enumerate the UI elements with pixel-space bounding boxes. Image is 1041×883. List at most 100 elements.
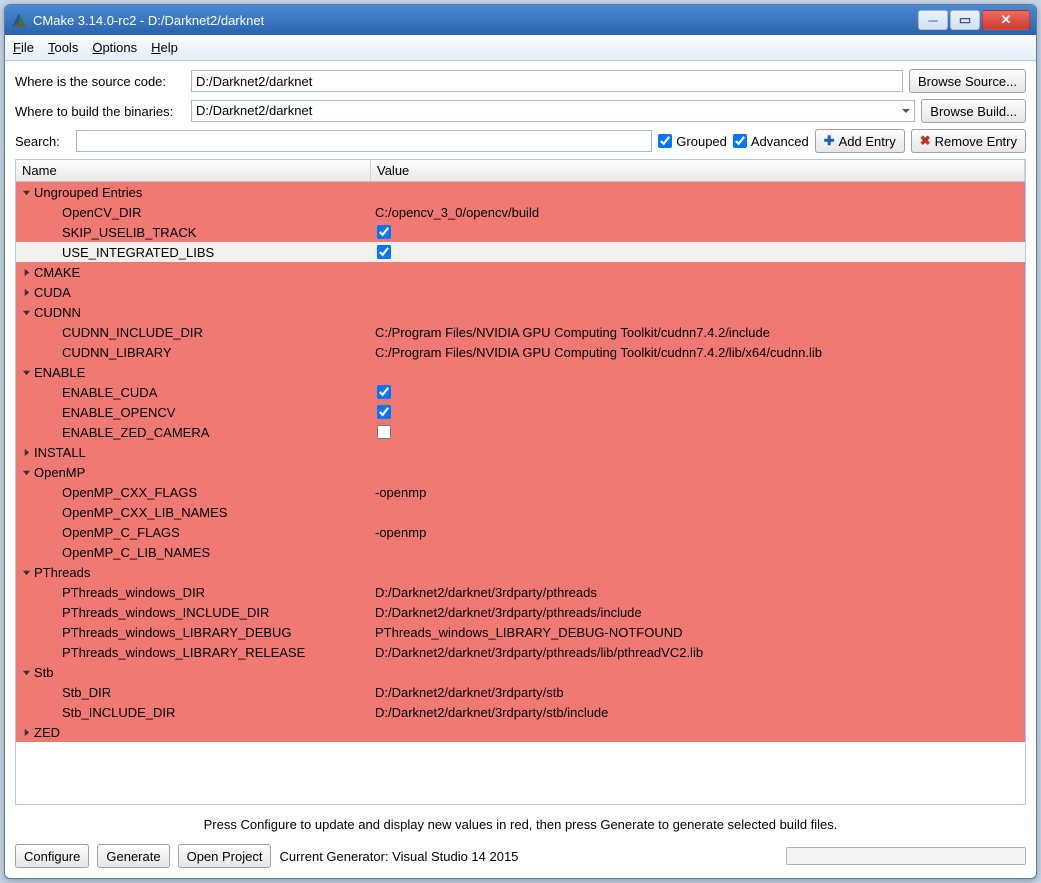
value-text: D:/Darknet2/darknet/3rdparty/pthreads	[375, 585, 597, 600]
entry-name: PThreads_windows_INCLUDE_DIR	[62, 605, 269, 620]
remove-entry-button[interactable]: ✖Remove Entry	[911, 129, 1026, 153]
value-checkbox[interactable]	[377, 425, 391, 439]
table-row[interactable]: PThreads_windows_LIBRARY_RELEASED:/Darkn…	[16, 642, 1025, 662]
entry-name: CUDNN_LIBRARY	[62, 345, 172, 360]
table-row[interactable]: OpenMP_C_FLAGS-openmp	[16, 522, 1025, 542]
table-row[interactable]: ENABLE_OPENCV	[16, 402, 1025, 422]
group-row[interactable]: CUDNN	[16, 302, 1025, 322]
entry-name: ENABLE_OPENCV	[62, 405, 175, 420]
browse-build-button[interactable]: Browse Build...	[921, 99, 1026, 123]
entry-name: OpenMP_CXX_LIB_NAMES	[62, 505, 227, 520]
group-name: CMAKE	[34, 265, 80, 280]
value-checkbox[interactable]	[377, 225, 391, 239]
search-label: Search:	[15, 134, 70, 149]
expand-icon[interactable]	[20, 266, 32, 278]
group-row[interactable]: OpenMP	[16, 462, 1025, 482]
add-entry-button[interactable]: ✚Add Entry	[815, 129, 905, 153]
entry-name: ENABLE_CUDA	[62, 385, 157, 400]
cmake-icon	[11, 12, 27, 28]
configure-button[interactable]: Configure	[15, 844, 89, 868]
close-button[interactable]: ✕	[982, 10, 1030, 30]
value-text: C:/Program Files/NVIDIA GPU Computing To…	[375, 325, 770, 340]
value-text: -openmp	[375, 525, 426, 540]
collapse-icon[interactable]	[20, 666, 32, 678]
table-row[interactable]: SKIP_USELIB_TRACK	[16, 222, 1025, 242]
menu-tools[interactable]: Tools	[48, 40, 78, 55]
table-row[interactable]: CUDNN_INCLUDE_DIRC:/Program Files/NVIDIA…	[16, 322, 1025, 342]
group-name: INSTALL	[34, 445, 86, 460]
collapse-icon[interactable]	[20, 366, 32, 378]
entry-name: PThreads_windows_DIR	[62, 585, 205, 600]
column-value[interactable]: Value	[371, 160, 1025, 181]
group-row[interactable]: ENABLE	[16, 362, 1025, 382]
value-text: -openmp	[375, 485, 426, 500]
source-path-input[interactable]	[191, 70, 903, 92]
table-row[interactable]: CUDNN_LIBRARYC:/Program Files/NVIDIA GPU…	[16, 342, 1025, 362]
table-row[interactable]: OpenMP_CXX_LIB_NAMES	[16, 502, 1025, 522]
table-row[interactable]: Stb_INCLUDE_DIRD:/Darknet2/darknet/3rdpa…	[16, 702, 1025, 722]
column-name[interactable]: Name	[16, 160, 371, 181]
grouped-checkbox[interactable]: Grouped	[658, 134, 727, 149]
menu-help[interactable]: Help	[151, 40, 178, 55]
collapse-icon[interactable]	[20, 186, 32, 198]
value-text: D:/Darknet2/darknet/3rdparty/stb	[375, 685, 564, 700]
entry-name: OpenCV_DIR	[62, 205, 141, 220]
table-row[interactable]: OpenCV_DIRC:/opencv_3_0/opencv/build	[16, 202, 1025, 222]
group-row[interactable]: INSTALL	[16, 442, 1025, 462]
table-row[interactable]: OpenMP_C_LIB_NAMES	[16, 542, 1025, 562]
group-row[interactable]: CUDA	[16, 282, 1025, 302]
entry-name: PThreads_windows_LIBRARY_DEBUG	[62, 625, 292, 640]
table-row[interactable]: PThreads_windows_DIR D:/Darknet2/darknet/…	[16, 582, 1025, 602]
collapse-icon[interactable]	[20, 466, 32, 478]
group-row[interactable]: CMAKE	[16, 262, 1025, 282]
group-name: Stb	[34, 665, 54, 680]
group-row[interactable]: ZED	[16, 722, 1025, 742]
group-name: ZED	[34, 725, 60, 740]
group-row[interactable]: PThreads	[16, 562, 1025, 582]
title-bar[interactable]: CMake 3.14.0-rc2 - D:/Darknet2/darknet ─…	[5, 5, 1036, 35]
group-row[interactable]: Stb	[16, 662, 1025, 682]
group-name: PThreads	[34, 565, 90, 580]
open-project-button[interactable]: Open Project	[178, 844, 272, 868]
group-name: CUDA	[34, 285, 71, 300]
table-row[interactable]: PThreads_windows_LIBRARY_DEBUG PThreads_w…	[16, 622, 1025, 642]
expand-icon[interactable]	[20, 726, 32, 738]
maximize-button[interactable]: ▭	[950, 10, 980, 30]
cache-table-body[interactable]: Ungrouped EntriesOpenCV_DIRC:/opencv_3_0…	[16, 182, 1025, 804]
group-name: OpenMP	[34, 465, 85, 480]
expand-icon[interactable]	[20, 286, 32, 298]
table-row[interactable]: ENABLE_ZED_CAMERA	[16, 422, 1025, 442]
menu-file[interactable]: File	[13, 40, 34, 55]
window-title: CMake 3.14.0-rc2 - D:/Darknet2/darknet	[33, 13, 918, 28]
build-path-combo[interactable]: D:/Darknet2/darknet	[191, 100, 915, 122]
table-row[interactable]: ENABLE_CUDA	[16, 382, 1025, 402]
source-label: Where is the source code:	[15, 74, 185, 89]
progress-bar	[786, 847, 1026, 865]
value-checkbox[interactable]	[377, 385, 391, 399]
value-text: PThreads_windows_LIBRARY_DEBUG-NOTFOUND	[375, 625, 683, 640]
table-row[interactable]: OpenMP_CXX_FLAGS -openmp	[16, 482, 1025, 502]
table-row[interactable]: PThreads_windows_INCLUDE_DIRD:/Darknet2/…	[16, 602, 1025, 622]
value-checkbox[interactable]	[377, 245, 391, 259]
advanced-checkbox[interactable]: Advanced	[733, 134, 809, 149]
collapse-icon[interactable]	[20, 306, 32, 318]
menu-options[interactable]: Options	[92, 40, 137, 55]
minimize-button[interactable]: ─	[918, 10, 948, 30]
table-row[interactable]: USE_INTEGRATED_LIBS	[16, 242, 1025, 262]
browse-source-button[interactable]: Browse Source...	[909, 69, 1026, 93]
generate-button[interactable]: Generate	[97, 844, 169, 868]
menu-bar: File Tools Options Help	[5, 35, 1036, 61]
value-checkbox[interactable]	[377, 405, 391, 419]
remove-icon: ✖	[920, 133, 931, 149]
table-row[interactable]: Stb_DIR D:/Darknet2/darknet/3rdparty/stb	[16, 682, 1025, 702]
entry-name: SKIP_USELIB_TRACK	[62, 225, 196, 240]
entry-name: OpenMP_CXX_FLAGS	[62, 485, 197, 500]
search-input[interactable]	[76, 130, 652, 152]
collapse-icon[interactable]	[20, 566, 32, 578]
entry-name: Stb_INCLUDE_DIR	[62, 705, 175, 720]
app-window: CMake 3.14.0-rc2 - D:/Darknet2/darknet ─…	[4, 4, 1037, 879]
footer-message: Press Configure to update and display ne…	[15, 811, 1026, 838]
expand-icon[interactable]	[20, 446, 32, 458]
entry-name: Stb_DIR	[62, 685, 111, 700]
group-row[interactable]: Ungrouped Entries	[16, 182, 1025, 202]
